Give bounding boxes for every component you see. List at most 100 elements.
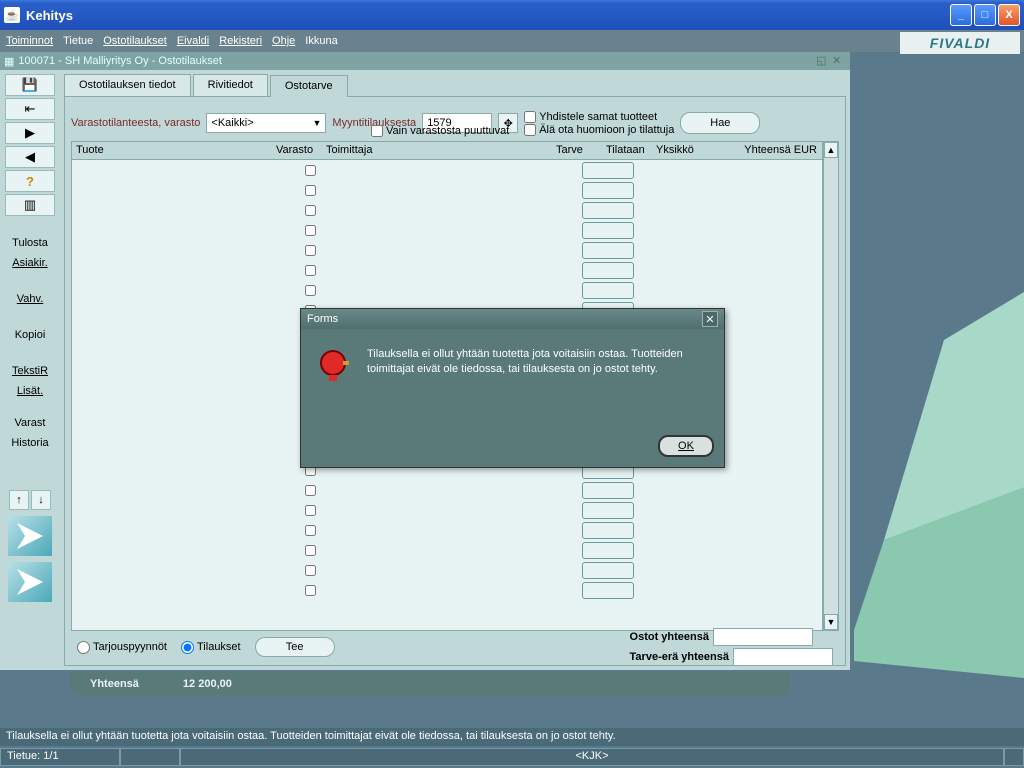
kopioi-button[interactable]: Kopioi (2, 326, 58, 344)
dialog-ok-button[interactable]: OK (658, 435, 714, 457)
table-row (72, 160, 822, 180)
row-checkbox[interactable] (305, 225, 316, 236)
row-input[interactable] (582, 582, 634, 599)
row-input[interactable] (582, 202, 634, 219)
tab-rivitiedot[interactable]: Rivitiedot (193, 74, 268, 96)
app-icon-1[interactable] (8, 516, 52, 556)
radio-tarjouspyynnot[interactable]: Tarjouspyynnöt (77, 641, 167, 654)
minimize-button[interactable]: _ (950, 4, 972, 26)
summary-strip: Yhteensä 12 200,00 (70, 672, 790, 696)
menu-rekisteri[interactable]: Rekisteri (219, 35, 262, 47)
status-user: <KJK> (180, 748, 1004, 766)
varasto-label: Varastotilanteesta, varasto (71, 117, 200, 129)
tab-ostotilauksen-tiedot[interactable]: Ostotilauksen tiedot (64, 74, 191, 96)
decorative-shapes (854, 80, 1024, 720)
forward-icon[interactable]: ▶ (5, 122, 55, 144)
row-input[interactable] (582, 182, 634, 199)
bottom-controls: Tarjouspyynnöt Tilaukset Tee Ostot yhtee… (71, 635, 839, 659)
table-row (72, 260, 822, 280)
java-icon: ☕ (4, 7, 20, 23)
menu-ohje[interactable]: Ohje (272, 35, 295, 47)
misc-icon[interactable]: ▥ (5, 194, 55, 216)
menu-ostotilaukset[interactable]: Ostotilaukset (103, 35, 167, 47)
table-row (72, 240, 822, 260)
tab-ostotarve[interactable]: Ostotarve (270, 75, 348, 97)
help-icon[interactable]: ? (5, 170, 55, 192)
tarve-era-label: Tarve-erä yhteensä (630, 651, 729, 663)
mdi-close-button[interactable]: ✕ (832, 54, 846, 68)
forms-dialog: Forms ✕ Tilauksella ei ollut yhtään tuot… (300, 308, 725, 468)
row-input[interactable] (582, 502, 634, 519)
table-scrollbar[interactable]: ▲ ▼ (823, 141, 839, 631)
filter-row: Varastotilanteesta, varasto <Kaikki>▼ My… (71, 103, 839, 143)
tee-button[interactable]: Tee (255, 637, 335, 657)
table-header: Tuote Varasto Toimittaja Tarve Tilataan … (72, 142, 822, 160)
table-row (72, 280, 822, 300)
historia-button[interactable]: Historia (2, 434, 58, 452)
save-icon[interactable]: 💾 (5, 74, 55, 96)
dialog-title: Forms (307, 313, 338, 325)
table-row (72, 580, 822, 600)
close-button[interactable]: X (998, 4, 1020, 26)
row-checkbox[interactable] (305, 505, 316, 516)
row-checkbox[interactable] (305, 485, 316, 496)
table-row (72, 560, 822, 580)
mdi-restore-button[interactable]: ◱ (816, 54, 830, 68)
left-toolbar: 💾 ⇤ ▶ ◀ ? ▥ Tulosta Asiakir. Vahv. Kopio… (0, 70, 60, 670)
mdi-icon: ▦ (4, 55, 14, 68)
maximize-button[interactable]: □ (974, 4, 996, 26)
th-toimittaja: Toimittaja (322, 142, 552, 159)
status-record: Tietue: 1/1 (0, 748, 120, 766)
row-input[interactable] (582, 222, 634, 239)
row-checkbox[interactable] (305, 185, 316, 196)
row-checkbox[interactable] (305, 585, 316, 596)
row-checkbox[interactable] (305, 285, 316, 296)
app-icon-2[interactable] (8, 562, 52, 602)
row-input[interactable] (582, 562, 634, 579)
row-input[interactable] (582, 242, 634, 259)
tulosta-button[interactable]: Tulosta (2, 234, 58, 252)
row-checkbox[interactable] (305, 165, 316, 176)
th-yksikko: Yksikkö (652, 142, 712, 159)
row-input[interactable] (582, 482, 634, 499)
radio-tilaukset[interactable]: Tilaukset (181, 641, 241, 654)
varast-button[interactable]: Varast (2, 414, 58, 432)
dialog-close-icon[interactable]: ✕ (702, 311, 718, 327)
row-checkbox[interactable] (305, 265, 316, 276)
ostot-yhteensa-input[interactable] (713, 628, 813, 646)
row-checkbox[interactable] (305, 565, 316, 576)
row-input[interactable] (582, 522, 634, 539)
status-bar: Tietue: 1/1 <KJK> (0, 748, 1024, 766)
down-arrow-button[interactable]: ↓ (31, 490, 51, 510)
row-input[interactable] (582, 162, 634, 179)
lisat-button[interactable]: Lisät. (2, 382, 58, 400)
ostot-yhteensa-label: Ostot yhteensä (630, 631, 709, 643)
row-input[interactable] (582, 542, 634, 559)
menu-eivaldi[interactable]: Eivaldi (177, 35, 209, 47)
row-input[interactable] (582, 262, 634, 279)
summary-value: 12 200,00 (183, 678, 232, 690)
back-icon[interactable]: ◀ (5, 146, 55, 168)
asiakir-button[interactable]: Asiakir. (2, 254, 58, 272)
scroll-up-icon[interactable]: ▲ (824, 142, 838, 158)
row-checkbox[interactable] (305, 205, 316, 216)
up-arrow-button[interactable]: ↑ (9, 490, 29, 510)
menu-ikkuna[interactable]: Ikkuna (305, 35, 337, 47)
varasto-combo[interactable]: <Kaikki>▼ (206, 113, 326, 133)
table-row (72, 480, 822, 500)
row-checkbox[interactable] (305, 245, 316, 256)
menu-toiminnot[interactable]: Toiminnot (6, 35, 53, 47)
row-checkbox[interactable] (305, 525, 316, 536)
exit-icon[interactable]: ⇤ (5, 98, 55, 120)
menu-tietue[interactable]: Tietue (63, 35, 93, 47)
tekstir-button[interactable]: TekstiR (2, 362, 58, 380)
dialog-titlebar[interactable]: Forms ✕ (301, 309, 724, 329)
chk-yhdistele[interactable]: Yhdistele samat tuotteet (524, 111, 674, 123)
row-input[interactable] (582, 282, 634, 299)
tarve-era-input[interactable] (733, 648, 833, 666)
status-cell-4 (1004, 748, 1024, 766)
mdi-titlebar: ▦ 100071 - SH Malliyritys Oy - Ostotilau… (0, 52, 850, 70)
chk-vain-varastosta[interactable]: Vain varastosta puuttuvat (371, 125, 839, 137)
row-checkbox[interactable] (305, 545, 316, 556)
vahv-button[interactable]: Vahv. (2, 290, 58, 308)
